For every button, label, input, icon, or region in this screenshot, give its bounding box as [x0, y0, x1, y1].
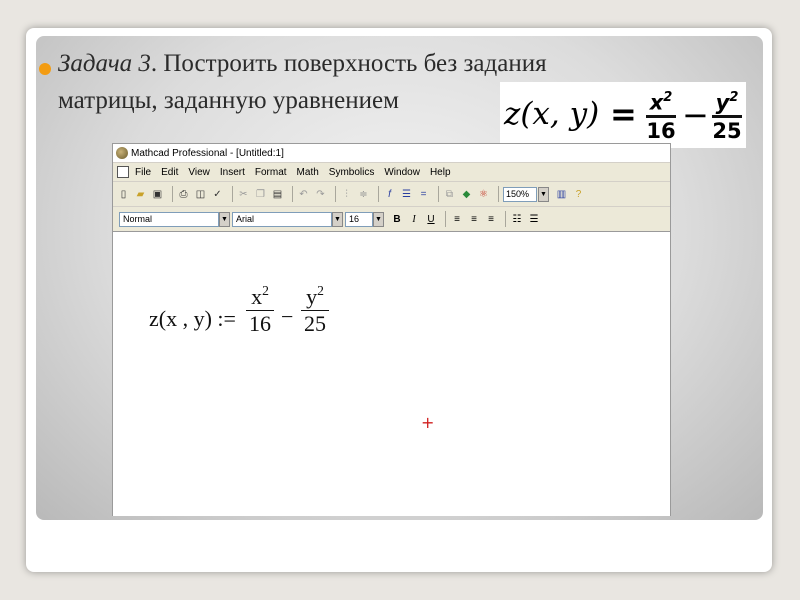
worksheet-fraction-y: y2 25 [301, 278, 329, 337]
align-left-icon[interactable]: ≡ [450, 212, 464, 227]
font-dropdown-icon[interactable]: ▼ [332, 211, 343, 227]
task-heading: Задача 3. Построить поверхность без зада… [58, 50, 547, 78]
ws-frac1-den: 16 [249, 310, 271, 336]
title-bar[interactable]: Mathcad Professional - [Untitled:1] [113, 144, 670, 162]
formatting-toolbar: Normal ▼ Arial ▼ 16 ▼ B I U ≡ ≡ ≡ ☷ ☰ [113, 206, 670, 232]
equation-fraction-x: x2 16 [646, 86, 676, 143]
resources-book-icon[interactable]: ▥ [555, 187, 568, 201]
crosshair-cursor-icon: + [421, 413, 435, 432]
frac2-den: 25 [712, 119, 742, 144]
worksheet-fraction-x: x2 16 [246, 278, 274, 337]
font-size-dropdown-icon[interactable]: ▼ [373, 211, 384, 227]
ws-frac2-den: 25 [304, 310, 326, 336]
paste-icon[interactable]: ▤ [271, 187, 284, 201]
numbering-icon[interactable]: ☰ [527, 212, 541, 227]
equation-minus: − [682, 96, 709, 134]
align-center-icon[interactable]: ≡ [467, 212, 481, 227]
equation-equals: = [610, 95, 637, 133]
task-label: Задача 3 [58, 50, 151, 77]
menu-math[interactable]: Math [297, 167, 319, 178]
copy-icon[interactable]: ❐ [254, 187, 267, 201]
menu-format[interactable]: Format [255, 167, 287, 178]
zoom-dropdown-icon[interactable]: ▼ [538, 186, 549, 202]
new-document-icon[interactable]: ▯ [117, 187, 130, 201]
worksheet-lhs: z(x , y) := [149, 306, 236, 331]
open-folder-icon[interactable]: ▰ [134, 187, 147, 201]
menu-view[interactable]: View [188, 167, 210, 178]
frac1-exp: 2 [663, 90, 673, 105]
frac1-num: x [649, 90, 664, 115]
ws-frac2-num: y [306, 283, 318, 309]
menu-window[interactable]: Window [384, 167, 420, 178]
insert-hyperlink-icon[interactable]: ⧉ [443, 187, 456, 201]
task-text-line2: матрицы, заданную уравнением [58, 87, 399, 114]
bullets-icon[interactable]: ☷ [510, 212, 524, 227]
frac1-den: 16 [646, 119, 676, 144]
resource-center-icon[interactable]: ⚛ [477, 187, 490, 201]
equation-image: z(x, y) = x2 16 − y2 25 [500, 82, 746, 148]
ws-frac1-exp: 2 [262, 283, 269, 298]
mathcad-app-icon [116, 147, 128, 159]
save-icon[interactable]: ▣ [151, 187, 164, 201]
undo-icon[interactable]: ↶ [297, 187, 310, 201]
print-preview-icon[interactable]: ◫ [194, 187, 207, 201]
standard-toolbar: ▯ ▰ ▣ ⎙ ◫ ✓ ✂ ❐ ▤ ↶ ↷ ⫶ ≑ f ☰ = ⧉ ◆ ⚛ 15… [113, 181, 670, 206]
menu-bar: File Edit View Insert Format Math Symbol… [113, 162, 670, 181]
font-select[interactable]: Arial [232, 211, 332, 227]
style-dropdown-icon[interactable]: ▼ [219, 211, 230, 227]
zoom-select[interactable]: 150% [503, 186, 537, 202]
print-icon[interactable]: ⎙ [177, 187, 190, 201]
frac2-num: y [715, 90, 730, 115]
italic-button[interactable]: I [407, 212, 421, 227]
menu-help[interactable]: Help [430, 167, 451, 178]
insert-function-icon[interactable]: f [383, 187, 396, 201]
cut-icon[interactable]: ✂ [237, 187, 250, 201]
bullet-icon [39, 63, 51, 75]
calculate-icon[interactable]: = [417, 187, 430, 201]
bold-button[interactable]: B [390, 212, 404, 227]
menu-insert[interactable]: Insert [220, 167, 245, 178]
help-icon[interactable]: ? [572, 187, 585, 201]
window-title: Mathcad Professional - [Untitled:1] [131, 147, 284, 159]
worksheet[interactable]: z(x , y) := x2 16 − y2 25 + [113, 232, 670, 516]
equation-lhs: z(x, y) [504, 96, 600, 132]
menu-symbolics[interactable]: Symbolics [329, 167, 375, 178]
menu-file[interactable]: File [135, 167, 151, 178]
equation-fraction-y: y2 25 [712, 86, 742, 143]
insert-unit-icon[interactable]: ☰ [400, 187, 413, 201]
frac2-exp: 2 [729, 90, 739, 105]
style-select[interactable]: Normal [119, 211, 219, 227]
document-icon[interactable] [117, 166, 129, 178]
task-text: . Построить поверхность без задания [150, 50, 547, 77]
align-right-icon[interactable]: ≡ [484, 212, 498, 227]
redo-icon[interactable]: ↷ [314, 187, 327, 201]
spell-check-icon[interactable]: ✓ [211, 187, 224, 201]
menu-edit[interactable]: Edit [161, 167, 178, 178]
worksheet-minus: − [281, 304, 294, 329]
underline-button[interactable]: U [424, 212, 438, 227]
align-across-icon[interactable]: ⫶ [340, 187, 353, 201]
align-down-icon[interactable]: ≑ [357, 187, 370, 201]
ws-frac1-num: x [251, 283, 263, 309]
ws-frac2-exp: 2 [317, 283, 324, 298]
font-size-select[interactable]: 16 [345, 211, 373, 227]
insert-component-icon[interactable]: ◆ [460, 187, 473, 201]
mathcad-window: Mathcad Professional - [Untitled:1] File… [112, 143, 671, 516]
